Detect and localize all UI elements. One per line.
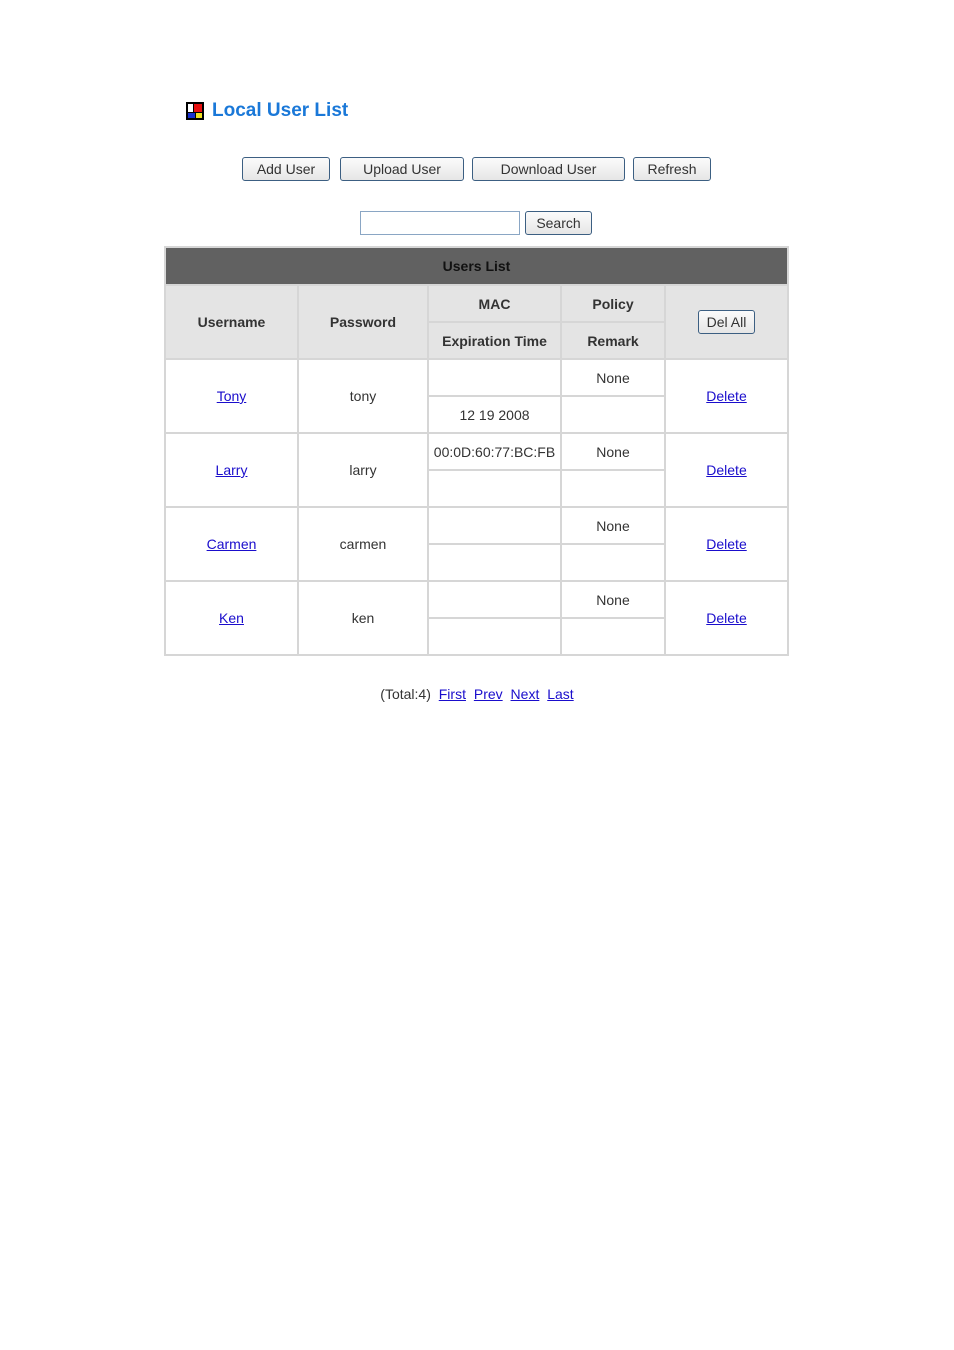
expiration-cell xyxy=(427,469,562,508)
next-page-link[interactable]: Next xyxy=(511,686,540,702)
expiration-cell xyxy=(427,617,562,656)
search-button[interactable]: Search xyxy=(525,211,592,235)
header-remark: Remark xyxy=(560,321,666,360)
password-cell: ken xyxy=(297,580,429,656)
table-row: Carmen carmen None Delete xyxy=(164,506,789,582)
header-expiration: Expiration Time xyxy=(427,321,562,360)
username-cell: Tony xyxy=(164,358,299,434)
table-caption: Users List xyxy=(164,246,789,286)
upload-user-button[interactable]: Upload User xyxy=(340,157,464,181)
page-title: Local User List xyxy=(212,100,349,121)
users-table: Users List Username Password MAC Policy … xyxy=(164,246,789,656)
mac-cell xyxy=(427,358,562,397)
mac-cell xyxy=(427,506,562,545)
last-page-link[interactable]: Last xyxy=(547,686,573,702)
remark-cell xyxy=(560,395,666,434)
policy-cell: None xyxy=(560,432,666,471)
username-link[interactable]: Carmen xyxy=(207,536,257,552)
remark-cell xyxy=(560,543,666,582)
username-cell: Ken xyxy=(164,580,299,656)
expiration-cell: 12 19 2008 xyxy=(427,395,562,434)
header-password: Password xyxy=(297,284,429,360)
username-cell: Carmen xyxy=(164,506,299,582)
action-cell: Delete xyxy=(664,506,789,582)
username-cell: Larry xyxy=(164,432,299,508)
download-user-button[interactable]: Download User xyxy=(472,157,625,181)
username-link[interactable]: Ken xyxy=(219,610,244,626)
delete-link[interactable]: Delete xyxy=(706,388,746,404)
table-row: Tony tony None Delete xyxy=(164,358,789,434)
prev-page-link[interactable]: Prev xyxy=(474,686,503,702)
username-link[interactable]: Larry xyxy=(216,462,248,478)
delete-link[interactable]: Delete xyxy=(706,610,746,626)
expiration-cell xyxy=(427,543,562,582)
header-policy: Policy xyxy=(560,284,666,323)
policy-cell: None xyxy=(560,358,666,397)
delete-link[interactable]: Delete xyxy=(706,462,746,478)
table-row: Larry larry 00:0D:60:77:BC:FB None Delet… xyxy=(164,432,789,508)
refresh-button[interactable]: Refresh xyxy=(633,157,711,181)
search-input[interactable] xyxy=(360,211,520,235)
policy-cell: None xyxy=(560,506,666,545)
password-cell: larry xyxy=(297,432,429,508)
remark-cell xyxy=(560,469,666,508)
action-cell: Delete xyxy=(664,580,789,656)
del-all-button[interactable]: Del All xyxy=(697,310,756,334)
add-user-button[interactable]: Add User xyxy=(242,157,330,181)
action-cell: Delete xyxy=(664,358,789,434)
header-actions: Del All xyxy=(664,284,789,360)
table-row: Ken ken None Delete xyxy=(164,580,789,656)
page-header: Local User List xyxy=(186,100,348,122)
mac-cell xyxy=(427,580,562,619)
mac-cell: 00:0D:60:77:BC:FB xyxy=(427,432,562,471)
user-list-icon xyxy=(186,102,204,120)
header-mac: MAC xyxy=(427,284,562,323)
delete-link[interactable]: Delete xyxy=(706,536,746,552)
password-cell: carmen xyxy=(297,506,429,582)
total-count: (Total:4) xyxy=(380,686,431,702)
header-username: Username xyxy=(164,284,299,360)
remark-cell xyxy=(560,617,666,656)
password-cell: tony xyxy=(297,358,429,434)
username-link[interactable]: Tony xyxy=(217,388,247,404)
pagination: (Total:4) First Prev Next Last xyxy=(0,686,954,702)
first-page-link[interactable]: First xyxy=(439,686,466,702)
policy-cell: None xyxy=(560,580,666,619)
action-cell: Delete xyxy=(664,432,789,508)
